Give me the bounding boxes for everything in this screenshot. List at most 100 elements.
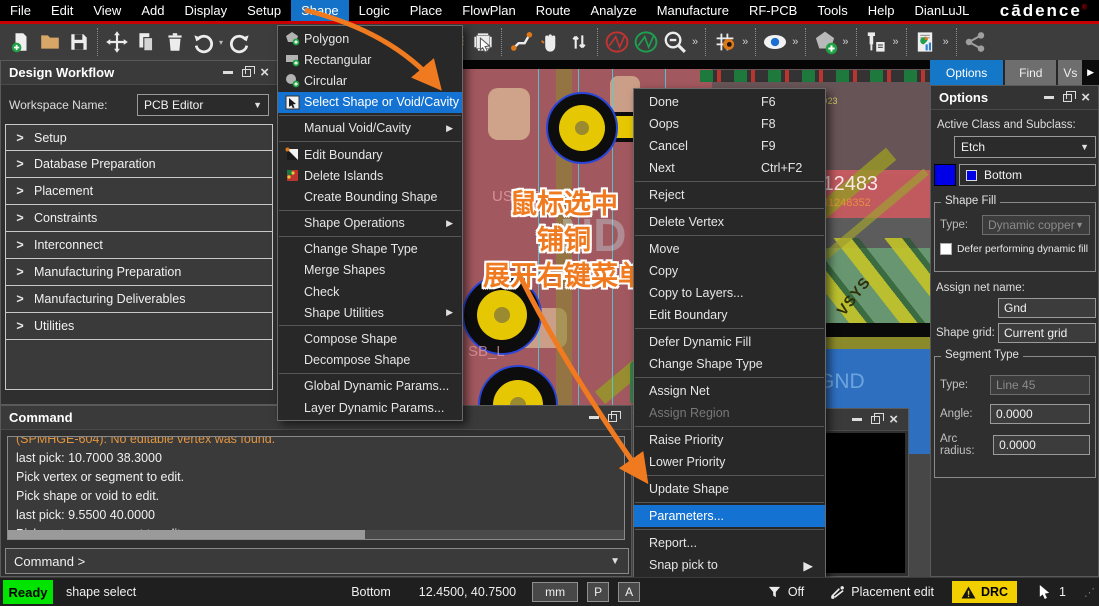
workspace-name-select[interactable]: PCB Editor▼: [137, 94, 269, 116]
ctx-update-shape[interactable]: Update Shape: [634, 478, 825, 500]
ctx-copy-to-layers[interactable]: Copy to Layers...: [634, 282, 825, 304]
copy-icon[interactable]: [131, 27, 160, 57]
add-connect-icon[interactable]: [506, 27, 535, 57]
log-hscrollbar[interactable]: [8, 530, 624, 539]
ctx-assign-net[interactable]: Assign Net: [634, 380, 825, 402]
shape-menu-merge-shapes[interactable]: Merge Shapes: [278, 260, 462, 281]
menu-rfpcb[interactable]: RF-PCB: [739, 0, 807, 21]
workflow-item-setup[interactable]: >Setup: [5, 124, 273, 151]
p-button[interactable]: P: [587, 582, 609, 602]
minimize-icon[interactable]: [852, 418, 862, 421]
new-drawing-icon[interactable]: [6, 27, 35, 57]
via-pad[interactable]: [546, 92, 618, 164]
net-name-field[interactable]: Gnd: [998, 298, 1096, 318]
shape-menu-delete-islands[interactable]: Delete Islands: [278, 165, 462, 186]
toolbar-overflow-chevron[interactable]: »: [943, 36, 949, 48]
grid-toggle-icon[interactable]: [710, 27, 739, 57]
tab-visibility[interactable]: Vs: [1058, 60, 1082, 85]
menu-help[interactable]: Help: [858, 0, 905, 21]
workflow-item-utilities[interactable]: >Utilities: [5, 313, 273, 340]
close-icon[interactable]: ×: [1081, 93, 1090, 103]
menu-flowplan[interactable]: FlowPlan: [452, 0, 525, 21]
menu-add[interactable]: Add: [131, 0, 174, 21]
workflow-item-database-preparation[interactable]: >Database Preparation: [5, 151, 273, 178]
a-button[interactable]: A: [618, 582, 640, 602]
menu-logic[interactable]: Logic: [349, 0, 400, 21]
float-icon[interactable]: [871, 416, 880, 424]
ctx-delete-vertex[interactable]: Delete Vertex: [634, 211, 825, 233]
toolbar-overflow-chevron[interactable]: »: [742, 36, 748, 48]
redo-icon[interactable]: [224, 27, 253, 57]
shape-menu-change-shape-type[interactable]: Change Shape Type: [278, 239, 462, 260]
menu-edit[interactable]: Edit: [41, 0, 83, 21]
shape-menu-circular[interactable]: Circular: [278, 70, 462, 91]
ctx-raise-priority[interactable]: Raise Priority: [634, 429, 825, 451]
shape-menu-shape-utilities[interactable]: Shape Utilities▶: [278, 302, 462, 323]
shape-menu-rectangular[interactable]: Rectangular: [278, 49, 462, 70]
toolbar-overflow-chevron[interactable]: »: [792, 36, 798, 48]
class-color-swatch[interactable]: [934, 164, 956, 186]
class-select[interactable]: Etch▼: [954, 136, 1096, 158]
command-log[interactable]: (SPMHGE-604): No editable vertex was fou…: [7, 436, 625, 540]
menu-shape[interactable]: Shape: [291, 0, 349, 21]
ctx-change-shape-type[interactable]: Change Shape Type: [634, 353, 825, 375]
defer-fill-checkbox[interactable]: [940, 243, 952, 255]
workflow-item-constraints[interactable]: >Constraints: [5, 205, 273, 232]
menu-route[interactable]: Route: [526, 0, 581, 21]
menu-file[interactable]: File: [0, 0, 41, 21]
workflow-item-manufacturing-deliverables[interactable]: >Manufacturing Deliverables: [5, 286, 273, 313]
menu-manufacture[interactable]: Manufacture: [647, 0, 739, 21]
menu-tools[interactable]: Tools: [807, 0, 857, 21]
menu-analyze[interactable]: Analyze: [580, 0, 646, 21]
menu-dianlujl[interactable]: DianLuJL: [904, 0, 979, 21]
pan-hand-icon[interactable]: [535, 27, 564, 57]
workflow-item-manufacturing-preparation[interactable]: >Manufacturing Preparation: [5, 259, 273, 286]
shape-grid-select[interactable]: Current grid: [998, 323, 1096, 343]
shape-menu-shape-operations[interactable]: Shape Operations▶: [278, 213, 462, 234]
reports-icon[interactable]: [911, 27, 940, 57]
ctx-lower-priority[interactable]: Lower Priority: [634, 451, 825, 473]
ctx-reject[interactable]: Reject: [634, 184, 825, 206]
subclass-select[interactable]: Bottom: [959, 164, 1096, 186]
rats-net-icon[interactable]: [631, 27, 660, 57]
move-icon[interactable]: [102, 27, 131, 57]
menu-view[interactable]: View: [83, 0, 131, 21]
shape-menu-manual-void[interactable]: Manual Void/Cavity▶: [278, 118, 462, 139]
ctx-parameters[interactable]: Parameters...: [634, 505, 825, 527]
save-icon[interactable]: [64, 27, 93, 57]
menu-place[interactable]: Place: [400, 0, 453, 21]
float-icon[interactable]: [608, 414, 617, 422]
minimize-icon[interactable]: [223, 71, 233, 74]
undo-dropdown-icon[interactable]: ▾: [219, 38, 223, 47]
ctx-move[interactable]: Move: [634, 238, 825, 260]
shape-menu-select-shape[interactable]: Select Shape or Void/Cavity: [278, 92, 462, 113]
ctx-report[interactable]: Report...: [634, 532, 825, 554]
delete-icon[interactable]: [160, 27, 189, 57]
ctx-snap-pick-to[interactable]: Snap pick to▶: [634, 554, 825, 576]
design-workflow-titlebar[interactable]: Design Workflow ×: [1, 61, 277, 85]
swap-layers-icon[interactable]: [564, 27, 593, 57]
toolbar-overflow-chevron[interactable]: »: [692, 36, 698, 48]
ctx-oops[interactable]: OopsF8: [634, 113, 825, 135]
shape-menu-check[interactable]: Check: [278, 281, 462, 302]
toolbar-overflow-chevron[interactable]: »: [842, 36, 848, 48]
command-input[interactable]: Command > ▼: [5, 548, 629, 574]
minimize-icon[interactable]: [1044, 96, 1054, 99]
shape-menu-edit-boundary[interactable]: Edit Boundary: [278, 144, 462, 165]
workflow-item-interconnect[interactable]: >Interconnect: [5, 232, 273, 259]
chevron-down-icon[interactable]: ▼: [610, 556, 620, 567]
share-icon[interactable]: [961, 27, 990, 57]
menu-display[interactable]: Display: [174, 0, 237, 21]
ctx-defer-dynamic-fill[interactable]: Defer Dynamic Fill: [634, 331, 825, 353]
tab-overflow-arrow-icon[interactable]: ▶: [1082, 60, 1099, 85]
resize-grip[interactable]: ⋰: [1084, 586, 1095, 599]
float-icon[interactable]: [1063, 94, 1072, 102]
close-icon[interactable]: ×: [889, 415, 898, 425]
visibility-eye-icon[interactable]: [760, 27, 789, 57]
units-button[interactable]: mm: [532, 582, 578, 602]
menu-setup[interactable]: Setup: [237, 0, 291, 21]
shape-menu-create-bounding[interactable]: Create Bounding Shape: [278, 186, 462, 207]
toolbar-overflow-chevron[interactable]: »: [893, 36, 899, 48]
chip-select-icon[interactable]: [468, 27, 497, 57]
ctx-done[interactable]: DoneF6: [634, 91, 825, 113]
